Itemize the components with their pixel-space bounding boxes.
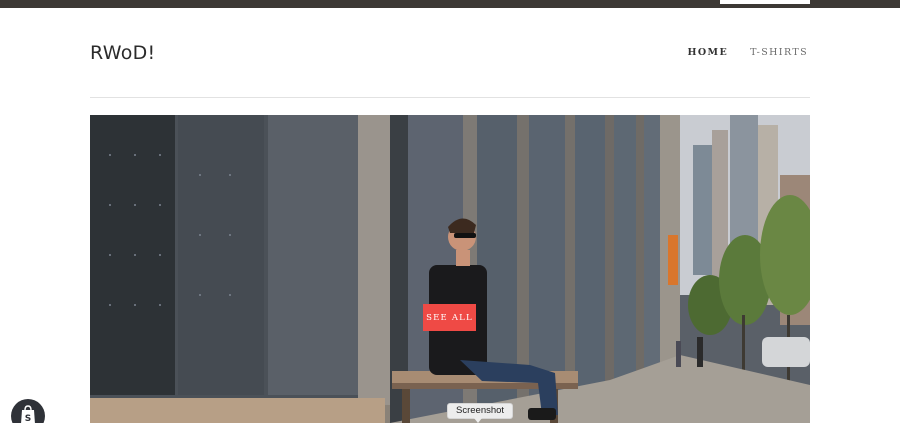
hero-image [90, 115, 810, 423]
svg-text:S: S [25, 414, 31, 423]
screenshot-tooltip: Screenshot [447, 403, 514, 419]
header-divider [90, 97, 810, 98]
site-header: RWoD! HOME T-SHIRTS [90, 0, 810, 98]
nav-item-home[interactable]: HOME [687, 47, 728, 58]
main-nav: HOME T-SHIRTS [687, 47, 808, 58]
hero-banner [90, 115, 810, 423]
tooltip-arrow [474, 418, 482, 423]
site-logo[interactable]: RWoD! [90, 42, 155, 64]
see-all-button[interactable]: SEE ALL [423, 304, 476, 331]
nav-item-t-shirts[interactable]: T-SHIRTS [750, 47, 808, 58]
shopify-bag-icon: S [21, 405, 35, 423]
shopify-badge[interactable]: S [11, 399, 45, 423]
